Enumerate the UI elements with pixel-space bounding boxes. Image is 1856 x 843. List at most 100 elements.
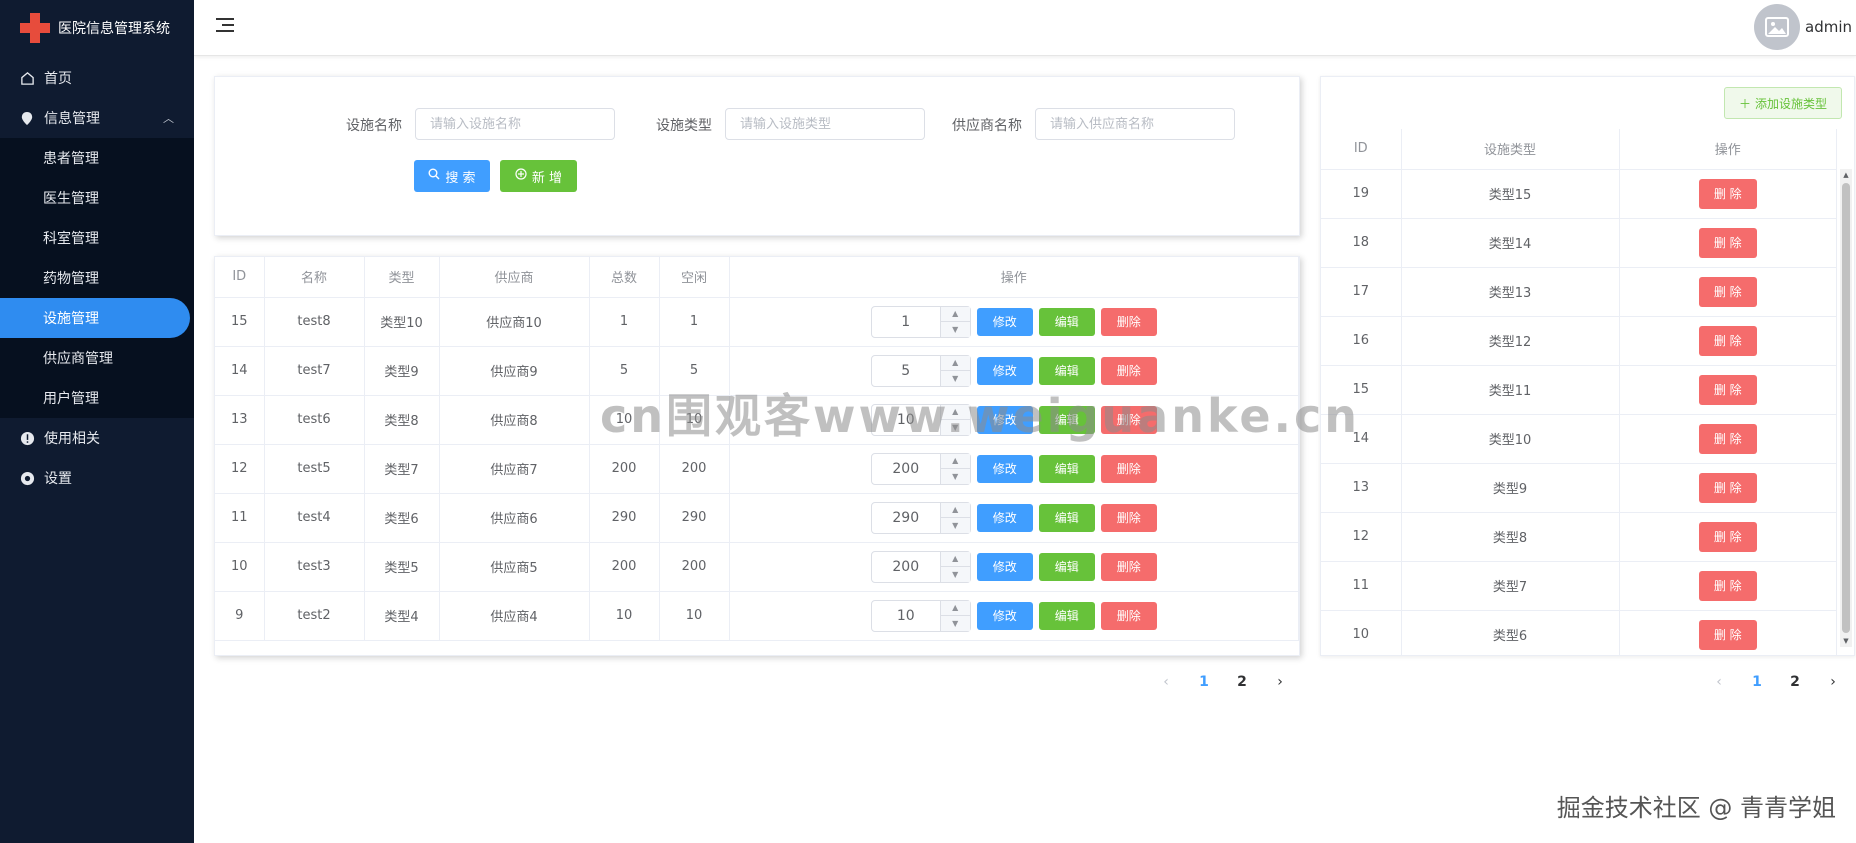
chevron-up-icon[interactable]: ▲: [940, 454, 970, 469]
scroll-up-icon[interactable]: ▲: [1840, 169, 1852, 181]
quantity-stepper[interactable]: 200 ▲ ▼: [870, 550, 971, 583]
sidebar-item-facilities[interactable]: 设施管理: [0, 298, 190, 338]
sidebar-item-medicine[interactable]: 药物管理: [0, 258, 194, 298]
scroll-down-icon[interactable]: ▼: [1840, 635, 1852, 647]
sidebar-item-info-management[interactable]: 信息管理 ︿: [0, 98, 194, 138]
stepper-value[interactable]: 200: [872, 552, 940, 582]
prev-page-icon[interactable]: ‹: [1147, 668, 1185, 696]
page-number[interactable]: 2: [1223, 668, 1261, 696]
vertical-scrollbar[interactable]: ▲ ▼: [1840, 169, 1852, 647]
modify-button[interactable]: 修改: [976, 454, 1033, 483]
edit-button[interactable]: 编辑: [1038, 405, 1095, 434]
stepper-value[interactable]: 290: [872, 503, 940, 533]
modify-button[interactable]: 修改: [976, 503, 1033, 532]
quantity-stepper[interactable]: 290 ▲ ▼: [870, 501, 971, 534]
delete-type-button[interactable]: 删 除: [1698, 374, 1757, 405]
stepper-value[interactable]: 1: [872, 307, 940, 337]
quantity-stepper[interactable]: 10 ▲ ▼: [870, 403, 971, 436]
chevron-down-icon[interactable]: ▼: [941, 420, 970, 435]
cell-type: 类型14: [1401, 218, 1620, 268]
facility-name-input[interactable]: [415, 108, 615, 140]
cell-id: 14: [1321, 414, 1402, 464]
stepper-value[interactable]: 200: [872, 454, 940, 484]
page-number[interactable]: 2: [1776, 668, 1814, 696]
delete-button[interactable]: 删除: [1100, 356, 1157, 385]
modify-button[interactable]: 修改: [976, 356, 1033, 385]
next-page-icon[interactable]: ›: [1814, 668, 1852, 696]
edit-button[interactable]: 编辑: [1038, 601, 1095, 630]
delete-type-button[interactable]: 删 除: [1698, 178, 1757, 209]
cell-actions: 200 ▲ ▼ 修改 编辑 删除: [729, 542, 1299, 592]
chevron-down-icon[interactable]: ▼: [941, 518, 970, 533]
edit-button[interactable]: 编辑: [1038, 307, 1095, 336]
scrollbar-thumb[interactable]: [1842, 183, 1850, 633]
stepper-value[interactable]: 10: [872, 601, 940, 631]
delete-type-button[interactable]: 删 除: [1698, 521, 1757, 552]
add-facility-button[interactable]: 新 增: [500, 160, 577, 192]
delete-type-button[interactable]: 删 除: [1698, 423, 1757, 454]
menu-toggle-icon[interactable]: [216, 18, 234, 34]
modify-button[interactable]: 修改: [976, 405, 1033, 434]
app-logo[interactable]: 医院信息管理系统: [0, 0, 194, 56]
table-row: 17 类型13 删 除: [1321, 267, 1837, 317]
chevron-up-icon[interactable]: ▲: [940, 552, 970, 567]
user-avatar[interactable]: [1754, 4, 1800, 50]
delete-type-button[interactable]: 删 除: [1698, 276, 1757, 307]
modify-button[interactable]: 修改: [976, 601, 1033, 630]
sidebar-item-settings[interactable]: 设置: [0, 458, 194, 498]
quantity-stepper[interactable]: 10 ▲ ▼: [870, 599, 971, 632]
delete-button[interactable]: 删除: [1100, 601, 1157, 630]
quantity-stepper[interactable]: 5 ▲ ▼: [870, 354, 971, 387]
delete-type-button[interactable]: 删 除: [1698, 325, 1757, 356]
edit-button[interactable]: 编辑: [1038, 356, 1095, 385]
delete-button[interactable]: 删除: [1100, 307, 1157, 336]
chevron-down-icon[interactable]: ▼: [941, 567, 970, 582]
submenu-info-management: 患者管理 医生管理 科室管理 药物管理 设施管理 供应商管理 用户管理: [0, 138, 194, 418]
delete-type-button[interactable]: 删 除: [1698, 472, 1757, 503]
edit-button[interactable]: 编辑: [1038, 552, 1095, 581]
page-number[interactable]: 1: [1738, 668, 1776, 696]
edit-button[interactable]: 编辑: [1038, 503, 1095, 532]
next-page-icon[interactable]: ›: [1261, 668, 1299, 696]
prev-page-icon[interactable]: ‹: [1700, 668, 1738, 696]
chevron-down-icon[interactable]: ▼: [941, 469, 970, 484]
quantity-stepper[interactable]: 1 ▲ ▼: [870, 305, 971, 338]
facility-type-table-wrap[interactable]: ID 设施类型 操作 19 类型15 删 除 18 类型14 删 除 17 类型13 删 除…: [1321, 129, 1837, 656]
sidebar-item-usage[interactable]: 使用相关: [0, 418, 194, 458]
username[interactable]: admin: [1805, 18, 1852, 36]
sidebar-item-home[interactable]: 首页: [0, 58, 194, 98]
stepper-value[interactable]: 10: [872, 405, 940, 435]
facility-type-input[interactable]: [725, 108, 925, 140]
chevron-up-icon[interactable]: ▲: [940, 307, 970, 322]
chevron-down-icon[interactable]: ▼: [941, 322, 970, 337]
chevron-up-icon[interactable]: ▲: [940, 601, 970, 616]
search-button[interactable]: 搜 索: [414, 160, 490, 192]
delete-button[interactable]: 删除: [1100, 454, 1157, 483]
quantity-stepper[interactable]: 200 ▲ ▼: [870, 452, 971, 485]
cell-type: 类型8: [1401, 512, 1620, 562]
sidebar-item-users[interactable]: 用户管理: [0, 378, 194, 418]
add-facility-type-button[interactable]: ＋ 添加设施类型: [1723, 87, 1842, 119]
supplier-name-input[interactable]: [1035, 108, 1235, 140]
sidebar-item-patients[interactable]: 患者管理: [0, 138, 194, 178]
edit-button[interactable]: 编辑: [1038, 454, 1095, 483]
sidebar-item-suppliers[interactable]: 供应商管理: [0, 338, 194, 378]
chevron-down-icon[interactable]: ▼: [941, 616, 970, 631]
sidebar-item-doctors[interactable]: 医生管理: [0, 178, 194, 218]
delete-button[interactable]: 删除: [1100, 503, 1157, 532]
delete-type-button[interactable]: 删 除: [1698, 619, 1757, 650]
page-number[interactable]: 1: [1185, 668, 1223, 696]
sidebar-item-departments[interactable]: 科室管理: [0, 218, 194, 258]
delete-button[interactable]: 删除: [1100, 552, 1157, 581]
modify-button[interactable]: 修改: [976, 552, 1033, 581]
delete-button[interactable]: 删除: [1100, 405, 1157, 434]
delete-type-button[interactable]: 删 除: [1698, 227, 1757, 258]
delete-type-button[interactable]: 删 除: [1698, 570, 1757, 601]
chevron-up-icon[interactable]: ▲: [940, 356, 970, 371]
stepper-value[interactable]: 5: [872, 356, 940, 386]
chevron-up-icon[interactable]: ▲: [940, 503, 970, 518]
modify-button[interactable]: 修改: [976, 307, 1033, 336]
chevron-up-icon[interactable]: ▲: [940, 405, 970, 420]
chevron-down-icon[interactable]: ▼: [941, 371, 970, 386]
cell-name: test7: [264, 346, 365, 396]
